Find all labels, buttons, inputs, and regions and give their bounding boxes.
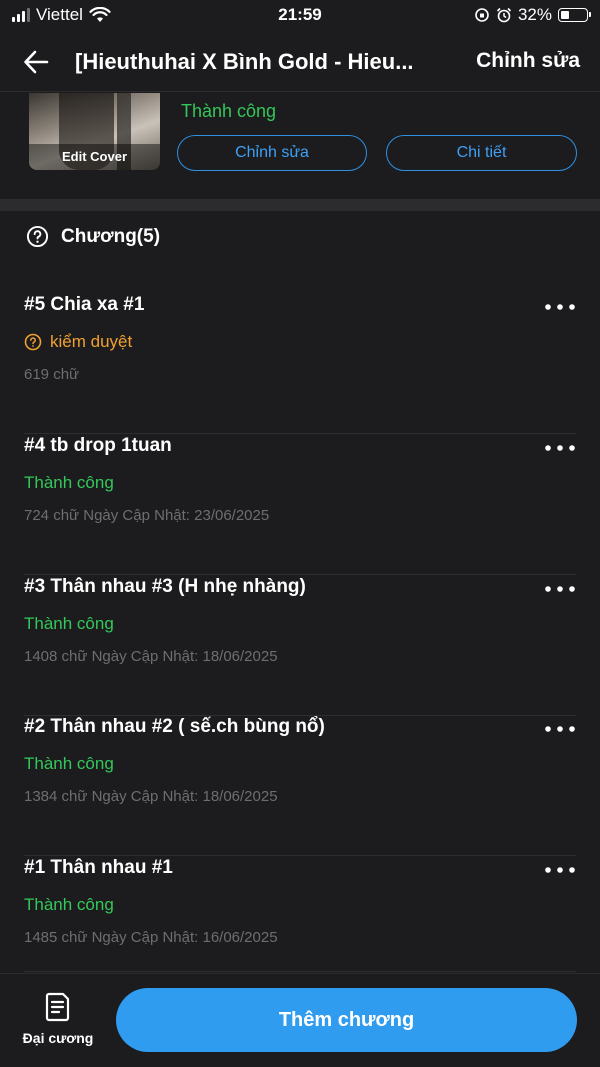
arrow-left-icon[interactable] bbox=[22, 48, 50, 76]
story-cover[interactable]: Edit Cover bbox=[29, 93, 160, 170]
chapter-status: kiểm duyệt bbox=[50, 332, 133, 351]
status-bar: Viettel 21:59 32% bbox=[0, 0, 600, 32]
status-right: 32% bbox=[474, 5, 591, 25]
chapter-item[interactable]: #5 Chia xa #1 kiểm duyệt 619 chữ bbox=[24, 294, 576, 434]
chapter-meta: 724 chữ Ngày Cập Nhật: 23/06/2025 bbox=[24, 507, 270, 524]
more-icon[interactable] bbox=[544, 302, 576, 312]
chapter-item[interactable]: #3 Thân nhau #3 (H nhẹ nhàng) Thành công… bbox=[24, 576, 576, 716]
chapter-item[interactable]: #4 tb drop 1tuan Thành công 724 chữ Ngày… bbox=[24, 435, 576, 575]
section-divider bbox=[0, 199, 600, 211]
more-icon[interactable] bbox=[544, 443, 576, 453]
more-icon[interactable] bbox=[544, 865, 576, 875]
more-icon[interactable] bbox=[544, 584, 576, 594]
chapter-title: #4 tb drop 1tuan bbox=[24, 435, 172, 456]
story-status: Thành công bbox=[181, 101, 277, 121]
edit-story-button[interactable]: Chỉnh sửa bbox=[177, 135, 367, 171]
battery-fill bbox=[561, 11, 569, 19]
story-summary: Edit Cover Thành công Chỉnh sửa Chi tiết bbox=[0, 93, 600, 199]
page-title: [Hieuthuhai X Bình Gold - Hieu... bbox=[75, 49, 414, 74]
outline-button[interactable]: Đại cương bbox=[18, 992, 98, 1046]
outline-label: Đại cương bbox=[22, 1030, 94, 1046]
orientation-lock-icon bbox=[475, 8, 489, 22]
chapter-status: Thành công bbox=[24, 614, 114, 633]
chapter-meta: 619 chữ bbox=[24, 366, 80, 383]
more-icon[interactable] bbox=[544, 724, 576, 734]
chapter-title: #5 Chia xa #1 bbox=[24, 294, 145, 315]
chapter-status: Thành công bbox=[24, 895, 114, 914]
battery-icon bbox=[558, 8, 591, 22]
help-circle-icon[interactable] bbox=[26, 225, 49, 248]
chapter-meta: 1408 chữ Ngày Cập Nhật: 18/06/2025 bbox=[24, 648, 278, 665]
top-nav: [Hieuthuhai X Bình Gold - Hieu... Chỉnh … bbox=[0, 32, 600, 92]
chapter-status: Thành công bbox=[24, 473, 114, 492]
chapters-title: Chương(5) bbox=[61, 225, 161, 247]
bottom-bar: Đại cương Thêm chương bbox=[0, 973, 600, 1067]
document-icon bbox=[45, 992, 70, 1022]
add-chapter-button[interactable]: Thêm chương bbox=[116, 988, 577, 1052]
chapter-item[interactable]: #2 Thân nhau #2 ( sế.ch bùng nổ) Thành c… bbox=[24, 716, 576, 856]
chapter-item[interactable]: #1 Thân nhau #1 Thành công 1485 chữ Ngày… bbox=[24, 857, 576, 972]
help-circle-icon bbox=[24, 333, 42, 351]
chapter-title: #3 Thân nhau #3 (H nhẹ nhàng) bbox=[24, 576, 306, 597]
chapter-title: #2 Thân nhau #2 ( sế.ch bùng nổ) bbox=[24, 716, 325, 737]
chapter-meta: 1485 chữ Ngày Cập Nhật: 16/06/2025 bbox=[24, 929, 278, 946]
edit-cover-label[interactable]: Edit Cover bbox=[29, 144, 160, 170]
chapter-status: Thành công bbox=[24, 754, 114, 773]
chapter-meta: 1384 chữ Ngày Cập Nhật: 18/06/2025 bbox=[24, 788, 278, 805]
header-edit-button[interactable]: Chỉnh sửa bbox=[476, 49, 580, 73]
chapters-header: Chương(5) bbox=[26, 225, 160, 248]
chapter-title: #1 Thân nhau #1 bbox=[24, 857, 173, 878]
alarm-icon bbox=[496, 7, 512, 23]
battery-percent: 32% bbox=[517, 5, 552, 24]
story-detail-button[interactable]: Chi tiết bbox=[386, 135, 577, 171]
